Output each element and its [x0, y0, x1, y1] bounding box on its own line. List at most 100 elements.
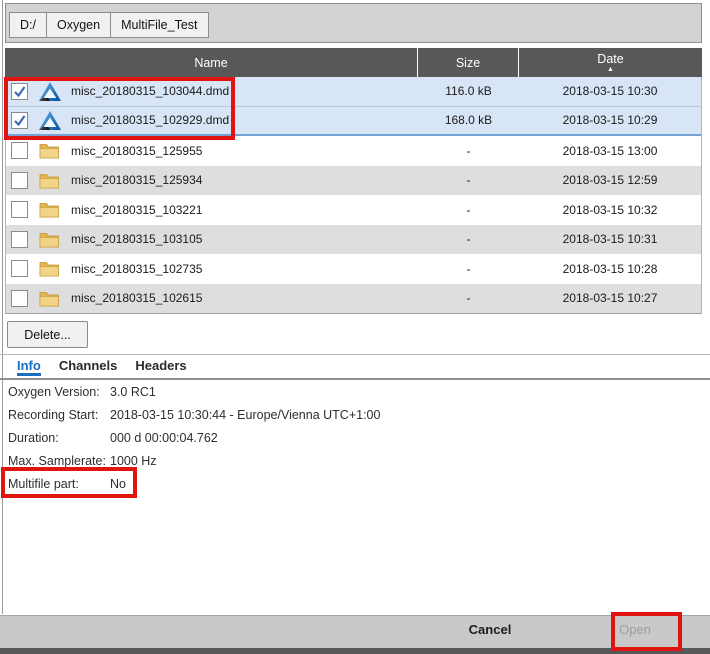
table-header: Name Size Date ▲	[5, 48, 702, 77]
file-date: 2018-03-15 10:28	[519, 262, 701, 276]
folder-icon	[39, 260, 60, 277]
file-size: 116.0 kB	[418, 84, 519, 98]
file-type-icon-cell	[39, 290, 71, 307]
detail-tabs: Info Channels Headers	[17, 358, 187, 376]
folder-icon	[39, 142, 60, 159]
file-name: misc_20180315_102615	[71, 291, 418, 305]
table-row[interactable]: misc_20180315_102735 - 2018-03-15 10:28	[6, 254, 701, 284]
info-row-duration: Duration: 000 d 00:00:04.762	[8, 426, 380, 449]
file-type-icon-cell	[39, 142, 71, 159]
info-row-max-samplerate: Max. Samplerate: 1000 Hz	[8, 449, 380, 472]
column-header-size-label: Size	[456, 56, 480, 70]
folder-icon	[39, 201, 60, 218]
file-name: misc_20180315_102929.dmd	[71, 113, 418, 127]
open-button[interactable]: Open	[600, 622, 670, 637]
row-checkbox[interactable]	[11, 260, 28, 277]
table-row[interactable]: misc_20180315_102929.dmd 168.0 kB 2018-0…	[6, 107, 701, 137]
info-label: Recording Start:	[8, 408, 110, 422]
dmd-file-icon	[39, 82, 61, 101]
file-type-icon-cell	[39, 172, 71, 189]
checkbox-cell	[6, 260, 39, 277]
column-header-name-label: Name	[194, 56, 227, 70]
tab-headers[interactable]: Headers	[135, 358, 186, 376]
check-icon	[12, 84, 27, 99]
sort-ascending-icon: ▲	[607, 67, 614, 73]
info-label: Oxygen Version:	[8, 385, 110, 399]
info-value: 3.0 RC1	[110, 385, 156, 399]
table-row[interactable]: misc_20180315_103044.dmd 116.0 kB 2018-0…	[6, 77, 701, 107]
info-panel: Oxygen Version: 3.0 RC1 Recording Start:…	[8, 380, 380, 495]
file-date: 2018-03-15 12:59	[519, 173, 701, 187]
file-name: misc_20180315_103221	[71, 203, 418, 217]
row-checkbox[interactable]	[11, 231, 28, 248]
file-type-icon-cell	[39, 82, 71, 101]
breadcrumb: D:/ Oxygen MultiFile_Test	[5, 3, 702, 43]
info-label: Multifile part:	[8, 477, 110, 491]
info-row-multifile-part: Multifile part: No	[8, 472, 380, 495]
file-name: misc_20180315_103105	[71, 232, 418, 246]
info-value: 000 d 00:00:04.762	[110, 431, 218, 445]
breadcrumb-oxygen[interactable]: Oxygen	[46, 12, 111, 38]
file-size: -	[418, 144, 519, 158]
info-label: Duration:	[8, 431, 110, 445]
file-open-dialog: D:/ Oxygen MultiFile_Test Name Size Date…	[0, 0, 710, 654]
column-header-size[interactable]: Size	[417, 48, 518, 77]
folder-icon	[39, 172, 60, 189]
window-left-border	[2, 0, 3, 614]
divider-above-tabs	[0, 354, 710, 355]
file-size: 168.0 kB	[418, 113, 519, 127]
checkbox-cell	[6, 142, 39, 159]
table-row[interactable]: misc_20180315_103221 - 2018-03-15 10:32	[6, 195, 701, 225]
breadcrumb-drive[interactable]: D:/	[9, 12, 47, 38]
file-size: -	[418, 173, 519, 187]
row-checkbox[interactable]	[11, 290, 28, 307]
row-checkbox[interactable]	[11, 142, 28, 159]
file-name: misc_20180315_125955	[71, 144, 418, 158]
checkbox-cell	[6, 201, 39, 218]
row-checkbox[interactable]	[11, 112, 28, 129]
file-date: 2018-03-15 10:32	[519, 203, 701, 217]
checkbox-cell	[6, 231, 39, 248]
info-value: No	[110, 477, 126, 491]
file-size: -	[418, 291, 519, 305]
checkbox-cell	[6, 112, 39, 129]
tab-info[interactable]: Info	[17, 358, 41, 376]
checkbox-cell	[6, 290, 39, 307]
info-row-recording-start: Recording Start: 2018-03-15 10:30:44 - E…	[8, 403, 380, 426]
column-header-name[interactable]: Name	[5, 48, 417, 77]
file-list: misc_20180315_103044.dmd 116.0 kB 2018-0…	[5, 77, 702, 314]
delete-button[interactable]: Delete...	[7, 321, 88, 348]
column-header-date-label: Date	[597, 52, 623, 66]
file-size: -	[418, 262, 519, 276]
file-type-icon-cell	[39, 111, 71, 130]
column-header-date[interactable]: Date ▲	[518, 48, 702, 77]
file-date: 2018-03-15 10:30	[519, 84, 701, 98]
row-checkbox[interactable]	[11, 172, 28, 189]
dmd-file-icon	[39, 111, 61, 130]
table-row[interactable]: misc_20180315_125955 - 2018-03-15 13:00	[6, 136, 701, 166]
info-value: 2018-03-15 10:30:44 - Europe/Vienna UTC+…	[110, 408, 380, 422]
window-bottom-edge	[0, 648, 710, 654]
check-icon	[12, 113, 27, 128]
info-row-oxygen-version: Oxygen Version: 3.0 RC1	[8, 380, 380, 403]
tab-channels[interactable]: Channels	[59, 358, 118, 376]
breadcrumb-multifile-test[interactable]: MultiFile_Test	[110, 12, 208, 38]
row-checkbox[interactable]	[11, 201, 28, 218]
row-checkbox[interactable]	[11, 83, 28, 100]
file-size: -	[418, 232, 519, 246]
table-row[interactable]: misc_20180315_103105 - 2018-03-15 10:31	[6, 225, 701, 255]
file-name: misc_20180315_102735	[71, 262, 418, 276]
table-row[interactable]: misc_20180315_102615 - 2018-03-15 10:27	[6, 284, 701, 314]
file-date: 2018-03-15 10:27	[519, 291, 701, 305]
file-name: misc_20180315_125934	[71, 173, 418, 187]
folder-icon	[39, 290, 60, 307]
folder-icon	[39, 231, 60, 248]
file-date: 2018-03-15 13:00	[519, 144, 701, 158]
file-type-icon-cell	[39, 260, 71, 277]
file-type-icon-cell	[39, 201, 71, 218]
file-date: 2018-03-15 10:29	[519, 113, 701, 127]
info-label: Max. Samplerate:	[8, 454, 110, 468]
table-row[interactable]: misc_20180315_125934 - 2018-03-15 12:59	[6, 166, 701, 196]
file-name: misc_20180315_103044.dmd	[71, 84, 418, 98]
cancel-button[interactable]: Cancel	[450, 622, 530, 637]
